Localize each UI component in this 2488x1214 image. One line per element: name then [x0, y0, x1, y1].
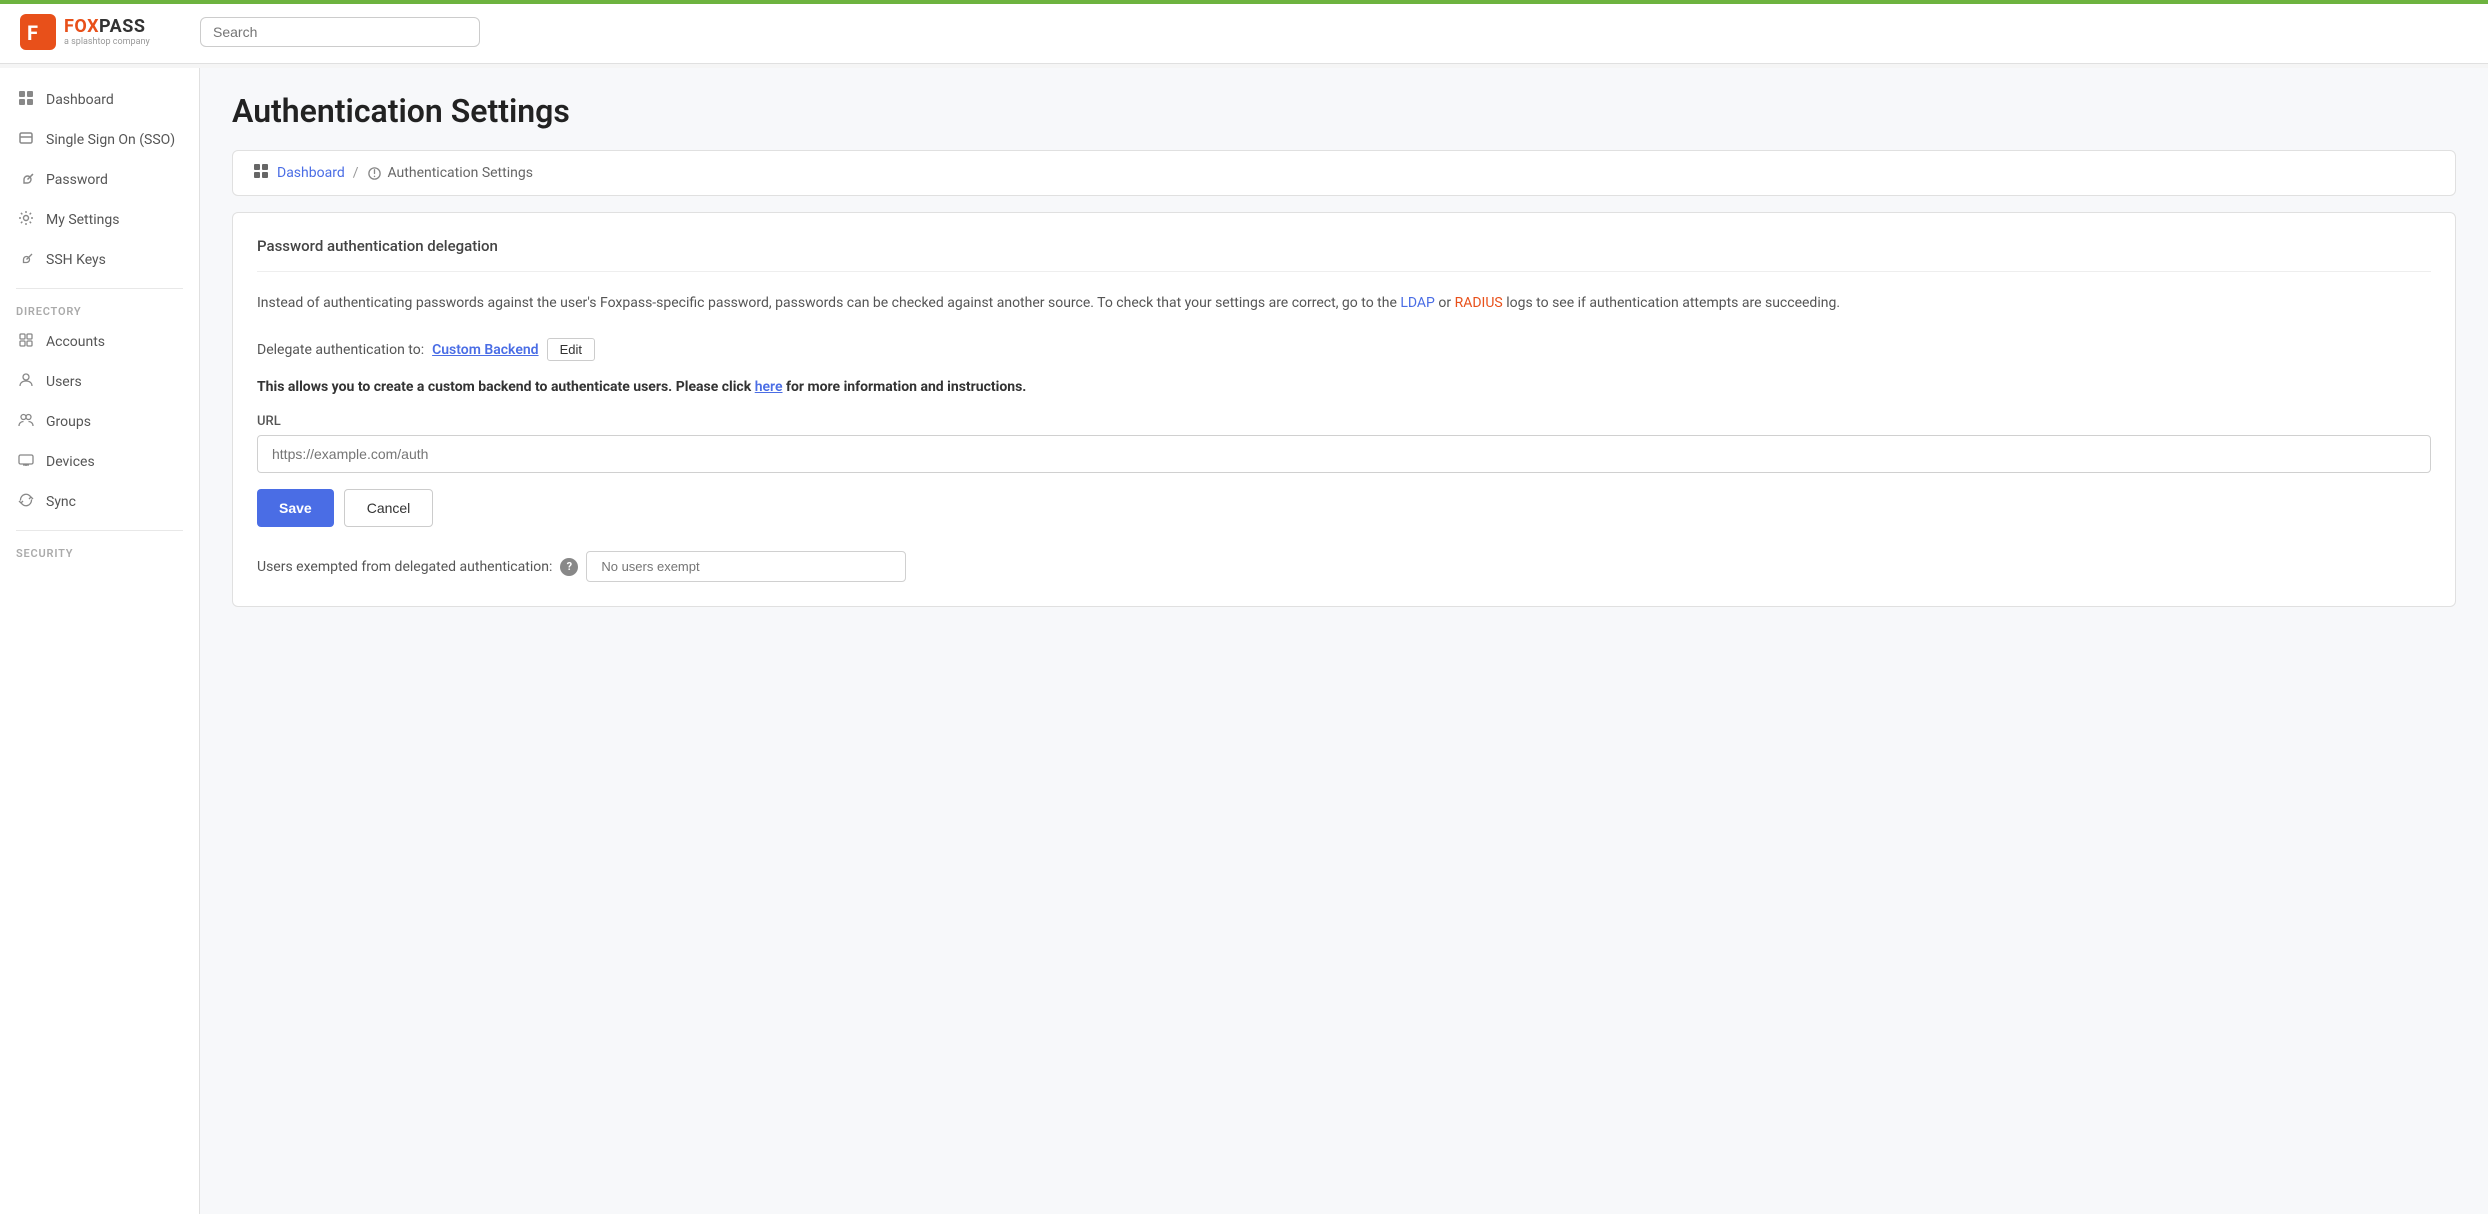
sidebar-label-ssh-keys: SSH Keys: [46, 252, 106, 268]
foxpass-logo-icon: F: [20, 14, 56, 50]
logo-name: FOXPASS: [64, 16, 150, 37]
sso-icon: [16, 130, 36, 150]
sidebar-label-my-settings: My Settings: [46, 212, 119, 228]
sidebar-label-users: Users: [46, 374, 82, 390]
accounts-icon: [16, 332, 36, 352]
sidebar-item-dashboard[interactable]: Dashboard: [0, 80, 199, 120]
url-input[interactable]: [257, 435, 2431, 473]
sidebar-item-devices[interactable]: Devices: [0, 442, 199, 482]
auth-settings-card: Password authentication delegation Inste…: [232, 212, 2456, 607]
security-label: SECURITY: [0, 539, 199, 564]
delegate-row: Delegate authentication to: Custom Backe…: [257, 338, 2431, 361]
breadcrumb-home-icon: [253, 163, 269, 183]
breadcrumb-current: Authentication Settings: [367, 165, 533, 181]
sidebar-item-groups[interactable]: Groups: [0, 402, 199, 442]
devices-icon: [16, 452, 36, 472]
directory-label: DIRECTORY: [0, 297, 199, 322]
sidebar-item-sync[interactable]: Sync: [0, 482, 199, 522]
logo: F FOXPASS a splashtop company: [20, 14, 180, 50]
logo-pass: PASS: [99, 16, 145, 37]
save-button[interactable]: Save: [257, 489, 334, 527]
sidebar-divider-1: [16, 288, 183, 289]
sidebar-label-groups: Groups: [46, 414, 91, 430]
dashboard-icon: [16, 90, 36, 110]
sidebar-item-ssh-keys[interactable]: SSH Keys: [0, 240, 199, 280]
breadcrumb: Dashboard / Authentication Settings: [232, 150, 2456, 196]
sidebar-label-dashboard: Dashboard: [46, 92, 114, 108]
settings-icon: [16, 210, 36, 230]
password-icon: [16, 170, 36, 190]
logo-subtitle: a splashtop company: [64, 37, 150, 47]
card-section-title: Password authentication delegation: [257, 237, 2431, 272]
button-row: Save Cancel: [257, 489, 2431, 527]
header: F FOXPASS a splashtop company: [0, 0, 2488, 64]
here-link[interactable]: here: [755, 379, 783, 395]
app-layout: Dashboard Single Sign On (SSO) Password …: [0, 68, 2488, 1214]
exempt-label: Users exempted from delegated authentica…: [257, 559, 552, 575]
ldap-link[interactable]: LDAP: [1400, 295, 1435, 311]
sidebar: Dashboard Single Sign On (SSO) Password …: [0, 68, 200, 1214]
url-label: URL: [257, 414, 2431, 429]
delegate-value-link[interactable]: Custom Backend: [432, 342, 538, 358]
sidebar-label-sync: Sync: [46, 494, 76, 510]
sidebar-label-accounts: Accounts: [46, 334, 105, 350]
sidebar-label-password: Password: [46, 172, 108, 188]
exempt-row: Users exempted from delegated authentica…: [257, 551, 2431, 582]
sidebar-divider-2: [16, 530, 183, 531]
custom-backend-bold: This allows you to create a custom backe…: [257, 379, 1026, 395]
breadcrumb-home-link[interactable]: Dashboard: [277, 165, 345, 181]
cancel-button[interactable]: Cancel: [344, 489, 434, 527]
breadcrumb-separator: /: [353, 165, 359, 181]
breadcrumb-home-label: Dashboard: [277, 165, 345, 181]
sidebar-item-sso[interactable]: Single Sign On (SSO): [0, 120, 199, 160]
sidebar-label-devices: Devices: [46, 454, 95, 470]
search-input[interactable]: [213, 24, 467, 40]
exempt-input[interactable]: [586, 551, 906, 582]
sidebar-item-my-settings[interactable]: My Settings: [0, 200, 199, 240]
custom-backend-info: This allows you to create a custom backe…: [257, 377, 2431, 398]
sidebar-item-users[interactable]: Users: [0, 362, 199, 402]
page-title: Authentication Settings: [232, 92, 2456, 130]
groups-icon: [16, 412, 36, 432]
edit-button[interactable]: Edit: [547, 338, 595, 361]
help-icon[interactable]: ?: [560, 558, 578, 576]
main-content: Authentication Settings Dashboard / Auth…: [200, 68, 2488, 1214]
delegate-label: Delegate authentication to:: [257, 342, 424, 358]
breadcrumb-current-label: Authentication Settings: [388, 165, 533, 181]
sidebar-label-sso: Single Sign On (SSO): [46, 132, 175, 148]
sidebar-item-password[interactable]: Password: [0, 160, 199, 200]
top-accent-bar: [0, 0, 2488, 4]
sync-icon: [16, 492, 36, 512]
card-description: Instead of authenticating passwords agai…: [257, 292, 2431, 314]
search-bar[interactable]: [200, 17, 480, 47]
logo-text: FOXPASS a splashtop company: [64, 16, 150, 47]
ssh-icon: [16, 250, 36, 270]
svg-text:F: F: [27, 21, 38, 45]
sidebar-item-accounts[interactable]: Accounts: [0, 322, 199, 362]
users-icon: [16, 372, 36, 392]
radius-link[interactable]: RADIUS: [1455, 295, 1503, 311]
logo-fox: FOX: [64, 16, 99, 37]
